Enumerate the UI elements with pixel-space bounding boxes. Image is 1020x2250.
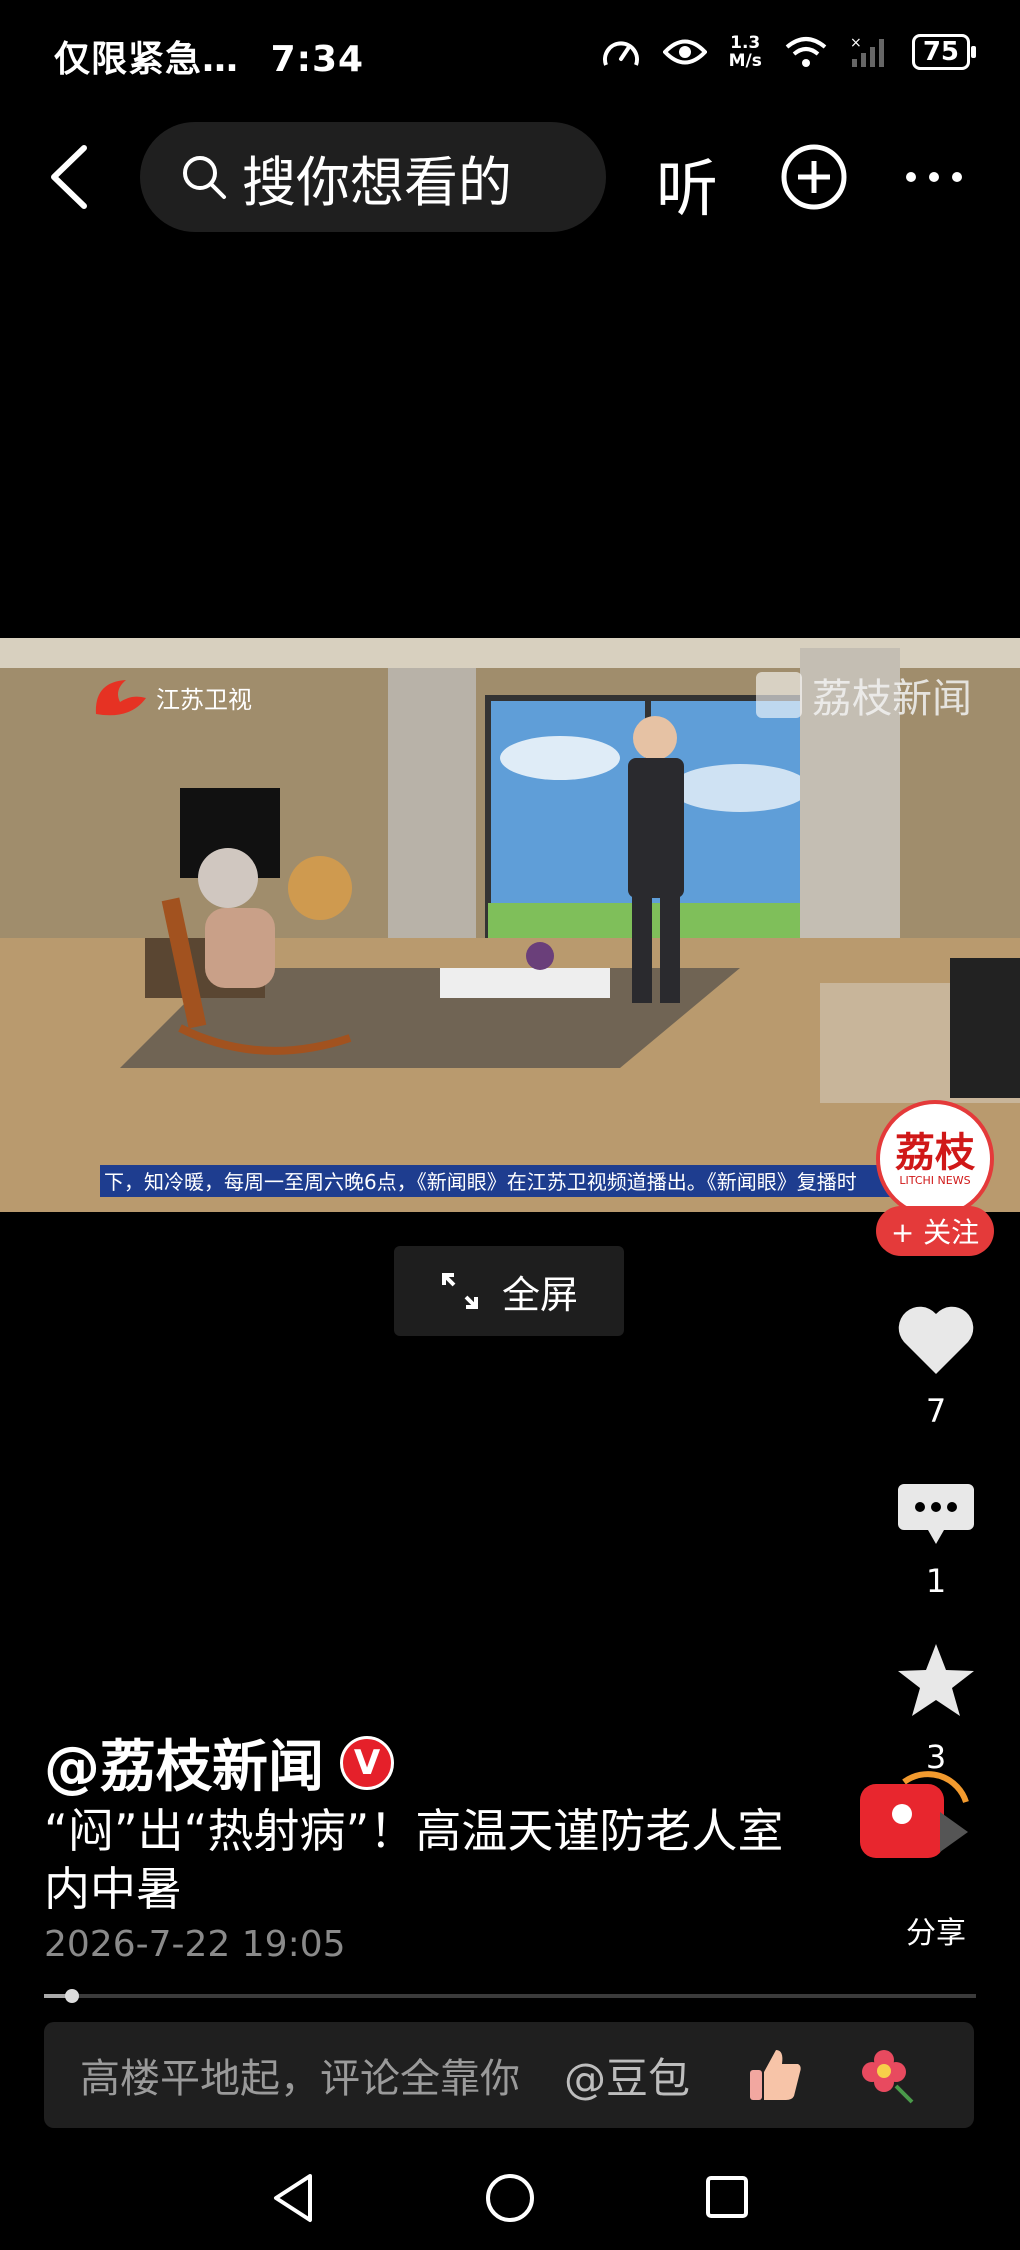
news-ticker: 下，知冷暖，每周一至周六晚6点，《新闻眼》在江苏卫视频道播出。《新闻眼》复播时 xyxy=(104,1170,857,1194)
nav-back-icon[interactable] xyxy=(270,2172,316,2224)
post-title: “闷”出“热射病”！高温天谨防老人室内中暑 xyxy=(44,1804,784,1916)
star-icon[interactable] xyxy=(894,1640,978,1720)
expand-icon xyxy=(441,1273,478,1309)
red-packet-share-icon xyxy=(860,1771,969,1858)
status-bar-right: 1.3 M/s × 75 xyxy=(601,33,977,71)
author-avatar[interactable]: 荔枝 LITCHI NEWS xyxy=(876,1100,994,1218)
speedometer-icon xyxy=(602,41,639,66)
author-name[interactable]: @荔枝新闻 xyxy=(44,1722,324,1803)
add-circle-icon[interactable] xyxy=(780,143,848,211)
net-speed: 1.3 M/s xyxy=(728,33,762,71)
comment-count: 1 xyxy=(925,1562,947,1600)
mention-doubao[interactable]: @豆包 xyxy=(564,2045,690,2106)
comment-placeholder: 高楼平地起，评论全靠你 xyxy=(80,2056,520,2102)
comment-icon[interactable] xyxy=(896,1480,976,1548)
fullscreen-button[interactable]: 全屏 xyxy=(394,1246,624,1336)
system-nav-bar xyxy=(0,2150,1020,2250)
thumbs-up-icon[interactable] xyxy=(746,2046,804,2104)
post-date: 2026-7-22 19:05 xyxy=(44,1924,346,1965)
watermark-text: 荔枝新闻 xyxy=(812,676,972,722)
more-icon[interactable] xyxy=(904,170,964,184)
author-name-row[interactable]: @荔枝新闻 V xyxy=(44,1722,394,1803)
share-label: 分享 xyxy=(906,1916,966,1951)
flower-icon[interactable] xyxy=(860,2046,918,2104)
comment-input-bar[interactable]: 高楼平地起，评论全靠你 @豆包 xyxy=(44,2022,974,2128)
channel-logo-text: 江苏卫视 xyxy=(156,685,252,714)
wifi-icon xyxy=(785,37,827,67)
heart-icon[interactable] xyxy=(896,1304,976,1376)
eye-icon xyxy=(662,39,707,65)
avatar-subtext: LITCHI NEWS xyxy=(899,1174,971,1187)
jiangsu-tv-logo-icon xyxy=(95,680,146,716)
watermark: 荔枝新闻 xyxy=(756,666,972,724)
notification-text: 仅限紧急… xyxy=(54,39,240,80)
video-frame xyxy=(0,638,1020,1212)
follow-button[interactable]: + 关注 xyxy=(876,1206,994,1256)
video-progress-bar[interactable] xyxy=(44,1989,976,2003)
search-icon xyxy=(183,156,226,199)
channel-logo: 江苏卫视 xyxy=(92,674,252,720)
listen-button[interactable]: 听 xyxy=(656,138,718,228)
search-placeholder: 搜你想看的 xyxy=(242,150,512,214)
back-icon[interactable] xyxy=(46,142,92,212)
progress-knob[interactable] xyxy=(64,1989,79,2003)
share-button[interactable] xyxy=(856,1762,976,1862)
verified-badge: V xyxy=(340,1735,394,1790)
signal-icon: × xyxy=(850,35,884,67)
avatar-text: 荔枝 xyxy=(895,1130,975,1176)
like-count: 7 xyxy=(925,1392,947,1430)
battery-indicator: 75 xyxy=(911,34,977,70)
status-bar-left: 仅限紧急… 7:34 xyxy=(54,30,364,82)
clock: 7:34 xyxy=(270,39,365,80)
video-player[interactable]: 江苏卫视 荔枝新闻 下，知冷暖，每周一至周六晚6点，《新闻眼》在江苏卫视频道播出… xyxy=(0,638,1020,1212)
watermark-logo-icon xyxy=(756,672,802,718)
fullscreen-label: 全屏 xyxy=(501,1272,578,1317)
search-bar[interactable]: 搜你想看的 xyxy=(140,122,606,232)
nav-recents-icon[interactable] xyxy=(704,2174,750,2220)
svg-text:×: × xyxy=(850,35,862,51)
nav-home-icon[interactable] xyxy=(484,2172,536,2224)
